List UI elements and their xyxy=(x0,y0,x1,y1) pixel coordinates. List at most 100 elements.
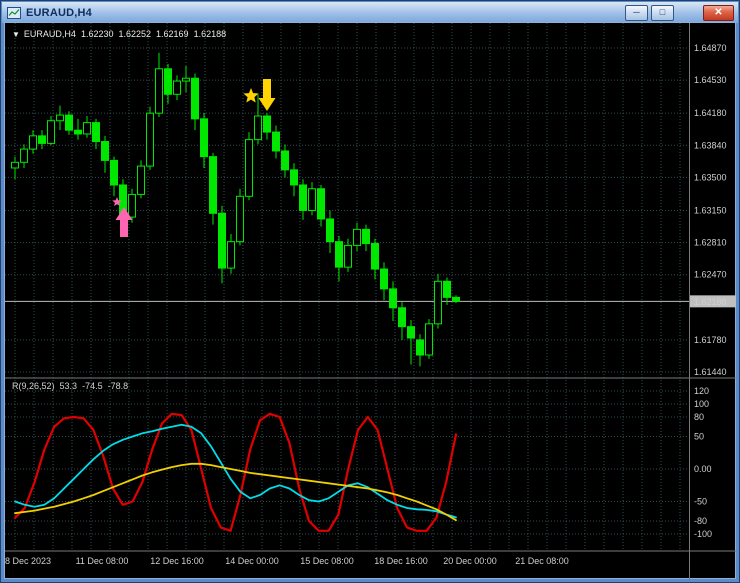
candle-body xyxy=(65,114,73,131)
open-value: 1.62230 xyxy=(80,29,114,39)
current-price-label: 1.62188 xyxy=(694,297,727,307)
candle-body xyxy=(281,150,289,171)
candle-body xyxy=(398,307,406,328)
time-axis-label[interactable]: 21 Dec 08:00 xyxy=(515,556,569,566)
candle-body xyxy=(317,188,325,220)
sell-arrow-marker-star xyxy=(243,88,259,103)
candle-body xyxy=(254,115,262,141)
indicator-scale-label: 100 xyxy=(694,399,709,409)
candle-body xyxy=(110,159,118,186)
candle-body xyxy=(182,77,190,82)
candle-body xyxy=(74,129,82,135)
candle-body xyxy=(236,195,244,243)
candle-body xyxy=(389,288,397,309)
candle-body xyxy=(56,114,64,122)
candle-body xyxy=(452,296,460,302)
candle-body xyxy=(92,122,100,143)
candle-body xyxy=(290,169,298,186)
candle-body xyxy=(362,228,370,245)
price-axis-label: 1.62810 xyxy=(694,238,727,248)
maximize-button[interactable]: □ xyxy=(651,5,674,21)
candle-body xyxy=(218,212,226,269)
candle-body xyxy=(128,193,136,218)
price-axis-label: 1.61780 xyxy=(694,335,727,345)
candle-body xyxy=(380,268,388,290)
indicator-value-2: -74.5 xyxy=(82,381,103,391)
sell-arrow-marker[interactable] xyxy=(258,79,276,111)
time-axis-label[interactable]: 14 Dec 00:00 xyxy=(225,556,279,566)
candle-body xyxy=(11,161,19,169)
window-title: EURAUD,H4 xyxy=(26,6,92,19)
high-value: 1.62252 xyxy=(118,29,152,39)
time-axis-label[interactable]: 8 Dec 2023 xyxy=(5,556,51,566)
candle-body xyxy=(38,135,46,144)
indicator-scale-label: -100 xyxy=(694,529,712,539)
time-axis-label[interactable]: 20 Dec 00:00 xyxy=(443,556,497,566)
candle-body xyxy=(101,141,109,161)
candle-body xyxy=(263,115,271,133)
price-axis-label: 1.61440 xyxy=(694,367,727,377)
candle-body xyxy=(335,241,343,268)
indicator-scale-label: 80 xyxy=(694,412,704,422)
price-axis-label: 1.64530 xyxy=(694,75,727,85)
candle-body xyxy=(407,326,415,339)
close-button[interactable]: ✕ xyxy=(703,5,734,21)
candle-body xyxy=(164,68,172,95)
candle-body xyxy=(146,112,154,167)
candle-body xyxy=(344,244,352,268)
indicator-scale-label: -80 xyxy=(694,516,707,526)
chart-window-icon[interactable] xyxy=(7,6,21,19)
chart-area[interactable]: 1.64870 1.64530 1.64180 1.63840 1.63500 1.631… xyxy=(5,23,737,580)
indicator-scale-label: -50 xyxy=(694,497,707,507)
candle-body xyxy=(47,120,55,144)
candle-body xyxy=(299,184,307,211)
candle-body xyxy=(443,280,451,298)
candle-body xyxy=(227,241,235,269)
indicator-scale-label: 120 xyxy=(694,386,709,396)
candle-body xyxy=(29,135,37,150)
price-axis-label: 1.63840 xyxy=(694,140,727,150)
symbol-timeframe-label: EURAUD,H4 xyxy=(23,29,76,39)
time-axis-label[interactable]: 11 Dec 08:00 xyxy=(76,556,129,566)
price-axis-label: 1.63500 xyxy=(694,172,727,182)
app-window: EURAUD,H4 ─ □ ✕ 1.64870 1.64530 1.64180 1.6… xyxy=(0,0,740,583)
collapse-chart-icon[interactable]: ▼ xyxy=(12,30,20,39)
chart-client-area: 1.64870 1.64530 1.64180 1.63840 1.63500 1.631… xyxy=(4,22,737,580)
candle-body xyxy=(353,228,361,246)
price-axis-label: 1.64180 xyxy=(694,108,727,118)
ohlc-readout: ▼ EURAUD,H4 1.62230 1.62252 1.62169 1.62188 xyxy=(12,29,226,39)
candle-body xyxy=(326,218,334,243)
low-value: 1.62169 xyxy=(156,29,189,39)
candle-body xyxy=(200,118,208,158)
candle-body xyxy=(20,148,28,163)
candle-body xyxy=(209,156,217,214)
candle-body xyxy=(173,80,181,95)
minimize-button[interactable]: ─ xyxy=(625,5,648,21)
price-axis-label: 1.62470 xyxy=(694,270,727,280)
candle-body xyxy=(245,139,253,197)
candle-body xyxy=(272,131,280,152)
title-bar[interactable]: EURAUD,H4 ─ □ ✕ xyxy=(2,2,738,23)
time-axis-label[interactable]: 12 Dec 16:00 xyxy=(150,556,204,566)
indicator-readout: R(9,26,52) 53.3 -74.5 -78.8 xyxy=(12,381,128,391)
time-axis-label[interactable]: 15 Dec 08:00 xyxy=(300,556,354,566)
indicator-value-3: -78.8 xyxy=(107,381,129,391)
candle-body xyxy=(308,188,316,211)
indicator-name: R(9,26,52) xyxy=(12,381,55,391)
indicator-scale-label: 0.00 xyxy=(694,464,712,474)
indicator-value-1: 53.3 xyxy=(59,381,78,391)
candle-body xyxy=(371,243,379,270)
price-axis-label: 1.63150 xyxy=(694,205,727,215)
candle-body xyxy=(137,165,145,195)
candle-body xyxy=(425,323,433,356)
indicator-line-r-mid xyxy=(14,423,457,519)
time-axis-label[interactable]: 18 Dec 16:00 xyxy=(374,556,428,566)
candle-body xyxy=(155,68,163,114)
price-axis-label: 1.64870 xyxy=(694,43,727,53)
candle-body xyxy=(83,122,91,135)
candle-body xyxy=(416,339,424,356)
indicator-scale-label: 50 xyxy=(694,432,704,442)
close-value: 1.62188 xyxy=(193,29,227,39)
candle-body xyxy=(434,280,442,325)
candle-body xyxy=(191,77,199,120)
